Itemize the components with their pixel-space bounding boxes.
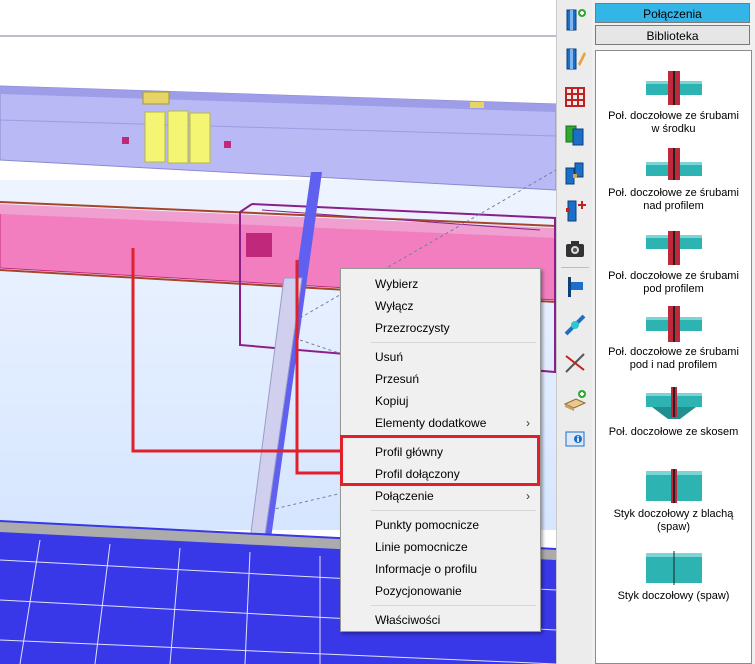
butt-joint-weld-icon [645, 551, 702, 585]
connect-profiles-icon[interactable] [562, 160, 588, 186]
menu-item-label: Punkty pomocnicze [375, 518, 480, 532]
add-profile-icon[interactable] [562, 7, 588, 33]
menu-item-label: Przesuń [375, 372, 420, 386]
menu-item-label: Profil dołączony [375, 467, 460, 481]
menu-item-move[interactable]: Przesuń [341, 368, 540, 390]
menu-item-label: Informacje o profilu [375, 562, 478, 576]
menu-item-connection[interactable]: Połączenie › [341, 485, 540, 507]
end-plate-haunch-icon [645, 387, 702, 419]
cross-section-icon[interactable] [562, 312, 588, 338]
menu-item-label: Pozycjonowanie [375, 584, 462, 598]
menu-item-label: Wybierz [375, 277, 419, 291]
add-point-icon[interactable] [562, 198, 588, 224]
submenu-arrow-icon: › [526, 489, 530, 503]
menu-item-profile-info[interactable]: Informacje o profilu [341, 558, 540, 580]
menu-item-label: Elementy dodatkowe [375, 416, 487, 430]
context-menu: Wybierz Wyłącz Przezroczysty Usuń Przesu… [340, 268, 541, 632]
menu-item-select[interactable]: Wybierz [341, 273, 540, 295]
menu-item-properties[interactable]: Właściwości [341, 609, 540, 631]
connection-label: Poł. doczołowe ze śrubami w środku [608, 110, 739, 135]
menu-item-transparent[interactable]: Przezroczysty [341, 317, 540, 339]
connections-panel: Połączenia Biblioteka Poł. doczołowe ze … [592, 0, 755, 664]
submenu-arrow-icon: › [526, 416, 530, 430]
menu-item-label: Profil główny [375, 445, 444, 459]
menu-item-label: Przezroczysty [375, 321, 450, 335]
connection-item-bolts-below[interactable]: Poł. doczołowe ze śrubami pod profilem [596, 229, 751, 296]
connection-label: Poł. doczołowe ze śrubami nad profilem [608, 187, 739, 212]
connection-label: Poł. doczołowe ze śrubami pod i nad profi… [608, 346, 739, 371]
butt-joint-plate-weld-icon [645, 469, 702, 503]
menu-item-copy[interactable]: Kopiuj [341, 390, 540, 412]
connection-item-bolts-middle[interactable]: Poł. doczołowe ze śrubami w środku [596, 69, 751, 136]
end-plate-bolts-below-icon [645, 231, 702, 265]
align-icon[interactable] [562, 274, 588, 300]
menu-item-additional-elements[interactable]: Elementy dodatkowe › [341, 412, 540, 434]
tab-connections[interactable]: Połączenia [595, 3, 750, 23]
menu-item-label: Usuń [375, 350, 404, 364]
menu-item-auxiliary-points[interactable]: Punkty pomocnicze [341, 514, 540, 536]
connection-item-weld[interactable]: Styk doczołowy (spaw) [596, 549, 751, 603]
end-plate-bolts-both-icon [645, 306, 702, 342]
end-plate-bolts-above-icon [645, 148, 702, 180]
menu-separator [371, 342, 536, 343]
menu-separator [371, 605, 536, 606]
connection-item-bolts-both[interactable]: Poł. doczołowe ze śrubami pod i nad profi… [596, 305, 751, 372]
menu-item-delete[interactable]: Usuń [341, 346, 540, 368]
camera-icon[interactable] [562, 236, 588, 262]
menu-item-attached-profile[interactable]: Profil dołączony [341, 463, 540, 485]
info-icon[interactable] [562, 426, 588, 452]
menu-item-disable[interactable]: Wyłącz [341, 295, 540, 317]
add-plate-icon[interactable] [562, 388, 588, 414]
edit-profile-icon[interactable] [562, 46, 588, 72]
menu-item-label: Wyłącz [375, 299, 414, 313]
menu-separator [371, 437, 536, 438]
connection-item-haunch[interactable]: Poł. doczołowe ze skosem [596, 385, 751, 439]
end-plate-bolts-middle-icon [645, 71, 702, 105]
menu-separator [371, 510, 536, 511]
menu-item-auxiliary-lines[interactable]: Linie pomocnicze [341, 536, 540, 558]
connection-label: Poł. doczołowe ze śrubami pod profilem [608, 270, 739, 295]
menu-item-label: Linie pomocnicze [375, 540, 468, 554]
connection-label: Styk doczołowy z blachą (spaw) [613, 508, 734, 533]
vertical-toolbar [556, 0, 592, 664]
connection-item-bolts-above[interactable]: Poł. doczołowe ze śrubami nad profilem [596, 146, 751, 213]
menu-item-main-profile[interactable]: Profil główny [341, 441, 540, 463]
toolbar-separator [561, 267, 589, 268]
grid-icon[interactable] [562, 84, 588, 110]
menu-item-label: Połączenie [375, 489, 434, 503]
cut-icon[interactable] [562, 350, 588, 376]
menu-item-positioning[interactable]: Pozycjonowanie [341, 580, 540, 602]
connection-label: Styk doczołowy (spaw) [617, 590, 730, 602]
menu-item-label: Właściwości [375, 613, 441, 627]
connection-item-plate-weld[interactable]: Styk doczołowy z blachą (spaw) [596, 467, 751, 534]
connection-label: Poł. doczołowe ze skosem [608, 426, 739, 438]
tab-library[interactable]: Biblioteka [595, 25, 750, 45]
connection-list[interactable]: Poł. doczołowe ze śrubami w środku Poł. d… [595, 50, 752, 664]
menu-item-label: Kopiuj [375, 394, 409, 408]
copy-profile-icon[interactable] [562, 122, 588, 148]
